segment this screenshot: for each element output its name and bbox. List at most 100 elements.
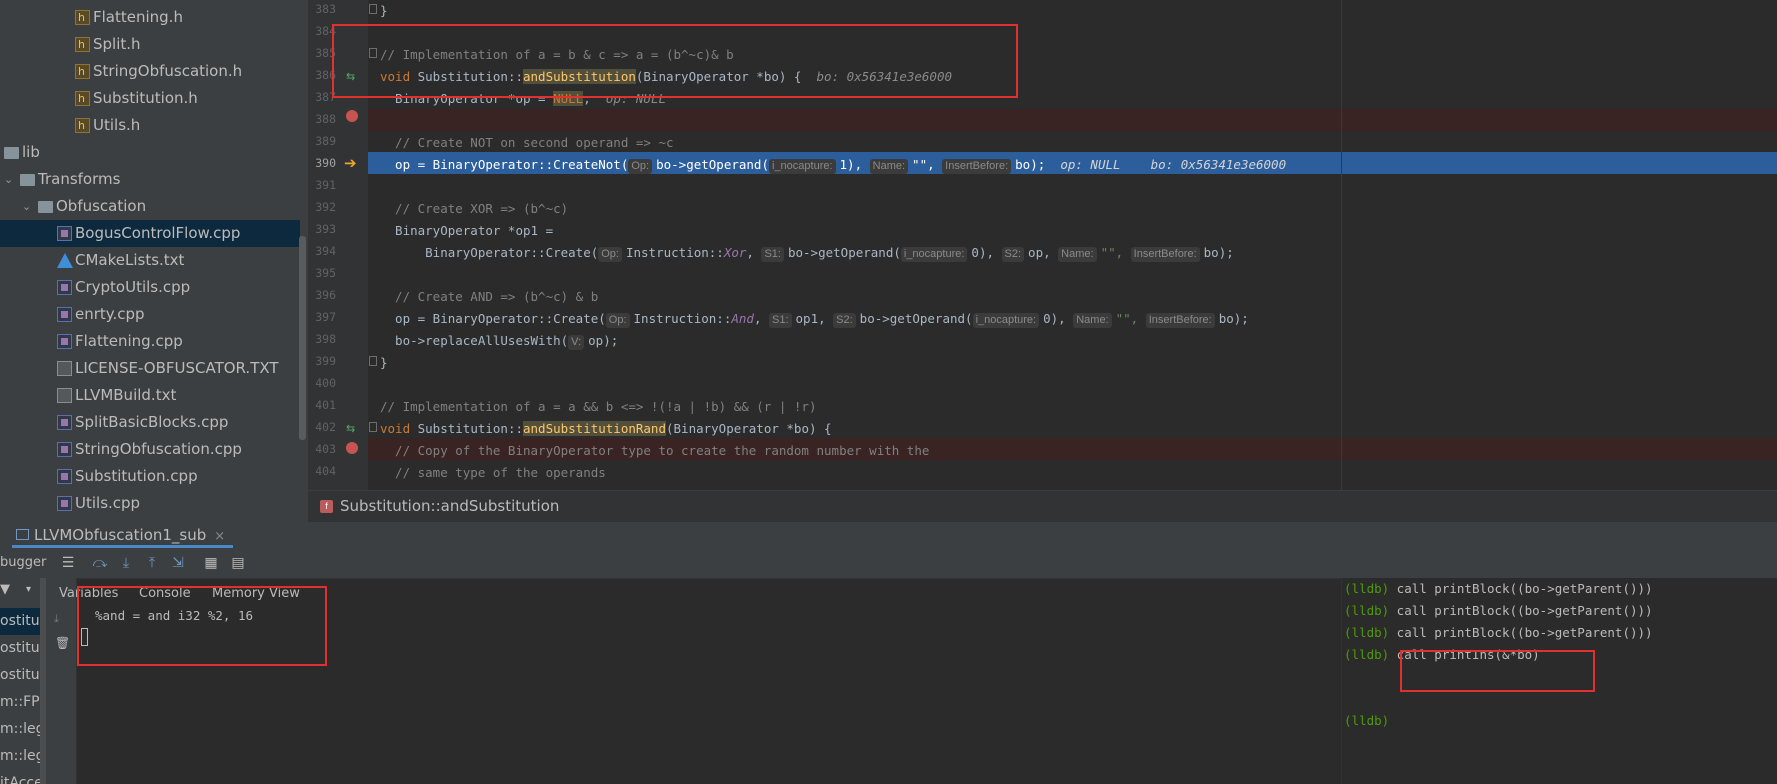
cpp-file-icon xyxy=(57,496,72,511)
lldb-line: (lldb) call printBlock((bo->getParent())… xyxy=(1344,625,1653,640)
code-line-396[interactable]: // Create AND => (b^~c) & b xyxy=(380,286,598,308)
text-file-icon xyxy=(57,361,72,376)
annotation-box xyxy=(1400,650,1595,692)
line-number-current: 390 xyxy=(315,156,336,170)
close-icon[interactable]: × xyxy=(214,529,225,544)
h-file-icon xyxy=(75,112,90,139)
code-line-397[interactable]: op = BinaryOperator::Create(Op: Instructi… xyxy=(380,308,1249,330)
line-number: 391 xyxy=(315,178,336,192)
execution-pointer-icon: ➔ xyxy=(344,154,357,172)
chevron-down-icon[interactable]: ▾ xyxy=(26,584,31,595)
code-line-404[interactable]: // same type of the operands xyxy=(380,462,606,484)
lldb-prompt-line[interactable]: (lldb) xyxy=(1344,710,1389,732)
line-number: 402 xyxy=(315,420,336,434)
step-over-icon[interactable]: ⤼ xyxy=(92,555,108,571)
line-number: 395 xyxy=(315,266,336,280)
line-number: 389 xyxy=(315,134,336,148)
breadcrumb[interactable]: f Substitution::andSubstitution xyxy=(308,490,1777,523)
lldb-line: (lldb) call printBlock((bo->getParent())… xyxy=(1344,581,1653,596)
folder-icon xyxy=(20,174,35,186)
h-file-icon xyxy=(75,4,90,31)
h-file-icon xyxy=(75,58,90,85)
cpp-file-icon xyxy=(57,415,72,430)
evaluate-table-icon[interactable]: ▦ xyxy=(203,555,219,571)
code-line-393[interactable]: BinaryOperator *op1 = xyxy=(380,220,553,242)
run-config-icon xyxy=(16,529,29,540)
fold-marker-icon[interactable] xyxy=(369,4,377,14)
code-line-390[interactable]: op = BinaryOperator::CreateNot(Op: bo->ge… xyxy=(380,154,1286,176)
step-into-icon[interactable]: ⤓ xyxy=(118,555,134,571)
line-number: 396 xyxy=(315,288,336,302)
scroll-to-end-icon[interactable]: ⤓ xyxy=(54,612,59,626)
tab-run-config[interactable]: LLVMObfuscation1_sub × xyxy=(12,522,234,548)
code-line-389[interactable]: // Create NOT on second operand => ~c xyxy=(380,132,673,154)
code-line-402[interactable]: void Substitution::andSubstitutionRand(B… xyxy=(380,418,832,440)
tree-item-selected[interactable]: BogusControlFlow.cpp xyxy=(0,220,300,247)
tree-item[interactable]: Flattening.h xyxy=(0,4,300,31)
breakpoint-icon[interactable] xyxy=(346,110,358,122)
debugger-tab-label[interactable]: bugger xyxy=(0,555,46,570)
line-number: 383 xyxy=(315,2,336,16)
tree-folder-obfuscation[interactable]: ⌄ Obfuscation xyxy=(0,193,300,220)
project-tree: Flattening.h Split.h StringObfuscation.h… xyxy=(0,0,308,522)
menu-icon[interactable]: ☰ xyxy=(60,555,76,571)
line-number: 404 xyxy=(315,464,336,478)
lldb-line: (lldb) call printBlock((bo->getParent())… xyxy=(1344,603,1653,618)
tree-item[interactable]: LLVMBuild.txt xyxy=(0,382,300,409)
line-number: 393 xyxy=(315,222,336,236)
tree-item[interactable]: CryptoUtils.cpp xyxy=(0,274,300,301)
line-number: 400 xyxy=(315,376,336,390)
code-line-392[interactable]: // Create XOR => (b^~c) xyxy=(380,198,568,220)
tree-scrollbar[interactable] xyxy=(299,236,306,440)
folder-icon xyxy=(4,147,19,159)
cpp-file-icon xyxy=(57,307,72,322)
text-file-icon xyxy=(57,388,72,403)
code-line-398[interactable]: bo->replaceAllUsesWith(V: op); xyxy=(380,330,618,352)
tree-item[interactable]: Substitution.cpp xyxy=(0,463,300,490)
tree-folder-lib[interactable]: lib xyxy=(0,139,300,166)
breakpoint-icon[interactable] xyxy=(346,442,358,454)
run-to-cursor-icon[interactable]: ⇲ xyxy=(170,555,186,571)
annotation-box xyxy=(77,586,327,666)
tree-item[interactable]: CMakeLists.txt xyxy=(0,247,300,274)
tree-item[interactable]: SplitBasicBlocks.cpp xyxy=(0,409,300,436)
step-out-icon[interactable]: ⤒ xyxy=(144,555,160,571)
tree-item[interactable]: Substitution.h xyxy=(0,85,300,112)
console-side-toolbar: ⤓ 🗑 xyxy=(46,578,77,784)
line-number: 401 xyxy=(315,398,336,412)
frames-panel: ▼ ▾ ostituti ostituti ostituti m::FPP m:… xyxy=(0,578,46,784)
line-number: 399 xyxy=(315,354,336,368)
code-line-399[interactable]: } xyxy=(380,352,388,374)
cpp-file-icon xyxy=(57,334,72,349)
code-line-394[interactable]: BinaryOperator::Create(Op: Instruction::X… xyxy=(380,242,1234,264)
trash-icon[interactable]: 🗑 xyxy=(55,636,70,650)
override-icon[interactable]: ⇆ xyxy=(346,422,355,435)
tree-folder-transforms[interactable]: ⌄ Transforms xyxy=(0,166,300,193)
tree-item[interactable]: StringObfuscation.cpp xyxy=(0,436,300,463)
tree-item[interactable]: LICENSE-OBFUSCATOR.TXT xyxy=(0,355,300,382)
tree-item[interactable]: StringObfuscation.h xyxy=(0,58,300,85)
layout-icon[interactable]: ▤ xyxy=(230,555,246,571)
line-number: 394 xyxy=(315,244,336,258)
code-line-401[interactable]: // Implementation of a = a && b <=> !(!a… xyxy=(380,396,817,418)
line-number: 397 xyxy=(315,310,336,324)
code-line-403[interactable]: // Copy of the BinaryOperator type to cr… xyxy=(380,440,929,462)
chevron-down-icon[interactable]: ⌄ xyxy=(22,193,34,220)
tree-item[interactable]: Utils.h xyxy=(0,112,300,139)
function-icon: f xyxy=(320,500,333,513)
cpp-file-icon xyxy=(57,280,72,295)
code-line-383[interactable]: } xyxy=(380,0,388,22)
fold-marker-icon[interactable] xyxy=(369,356,377,366)
right-margin-guide xyxy=(1341,0,1342,490)
tree-item[interactable]: enrty.cpp xyxy=(0,301,300,328)
chevron-down-icon[interactable]: ⌄ xyxy=(4,166,16,193)
cpp-file-icon xyxy=(57,469,72,484)
tree-item[interactable]: Flattening.cpp xyxy=(0,328,300,355)
cpp-file-icon xyxy=(57,226,72,241)
tree-item[interactable]: Utils.cpp xyxy=(0,490,300,517)
fold-marker-icon[interactable] xyxy=(369,422,377,432)
filter-icon[interactable]: ▼ xyxy=(0,582,10,597)
tree-item[interactable]: Split.h xyxy=(0,31,300,58)
line-number: 398 xyxy=(315,332,336,346)
folder-icon xyxy=(38,201,53,213)
